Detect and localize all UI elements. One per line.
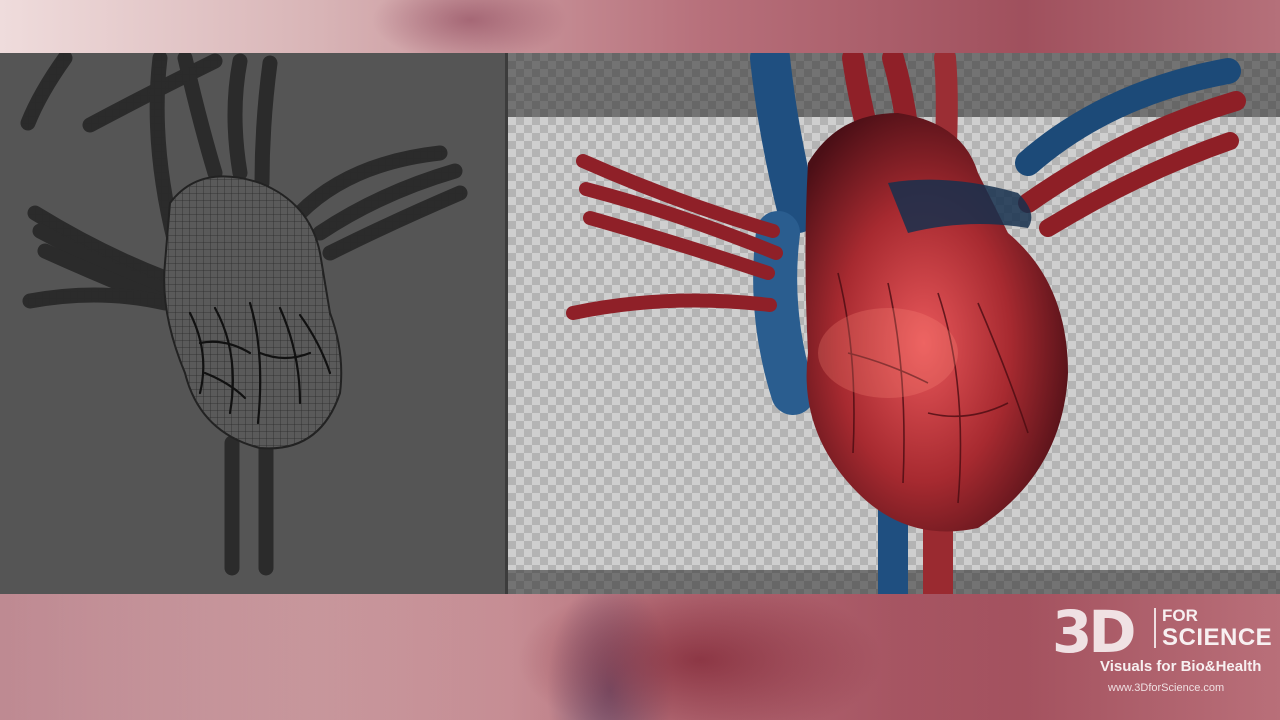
logo-science-text: SCIENCE [1162,624,1273,651]
rendered-heart-icon [566,53,1246,594]
logo-separator [1154,608,1156,648]
logo-tagline: Visuals for Bio&Health [1100,658,1262,675]
wireframe-viewport[interactable] [0,53,505,594]
render-viewport[interactable] [508,53,1280,594]
logo-mark: 3D [1052,598,1136,666]
wireframe-heart-icon [20,53,468,576]
logo-url: www.3DforScience.com [1108,682,1225,694]
logo-for-text: FOR [1162,606,1198,625]
brand-logo: 3D FOR SCIENCE Visuals for Bio&Health ww… [1048,596,1272,706]
